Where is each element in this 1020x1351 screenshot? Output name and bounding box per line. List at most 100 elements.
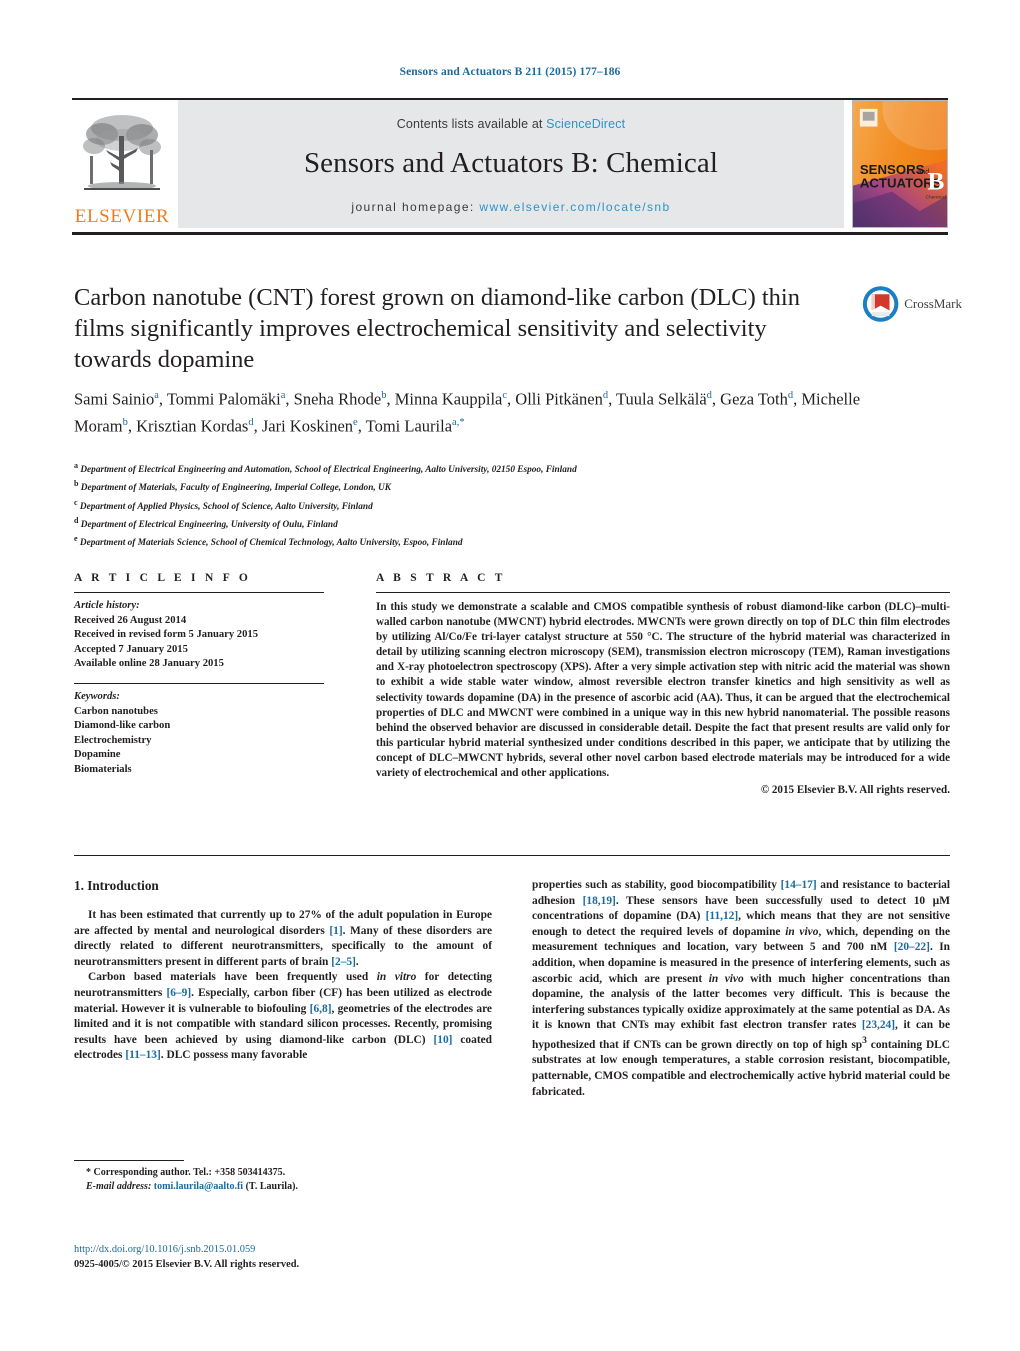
author-affiliation-mark: d xyxy=(248,417,254,428)
elsevier-logo: ELSEVIER xyxy=(72,100,172,228)
citation-link[interactable]: [11–13] xyxy=(125,1049,160,1061)
keywords-block: Keywords: Carbon nanotubes Diamond-like c… xyxy=(74,690,324,778)
section-heading-introduction: 1. Introduction xyxy=(74,878,159,893)
author-name[interactable]: Sneha Rhode xyxy=(294,390,382,409)
citation-link[interactable]: [2–5] xyxy=(331,956,356,968)
affiliation-item: d Department of Electrical Engineering, … xyxy=(74,515,338,530)
citation-link[interactable]: [10] xyxy=(433,1034,452,1046)
journal-article-page: Sensors and Actuators B 211 (2015) 177–1… xyxy=(0,0,1020,1351)
citation-link[interactable]: [14–17] xyxy=(781,879,817,891)
author-name[interactable]: Tomi Laurila xyxy=(366,417,452,436)
affiliation-mark: e xyxy=(74,534,78,544)
author-name[interactable]: Tommi Palomäki xyxy=(167,390,281,409)
email-label: E-mail address: xyxy=(86,1180,152,1192)
sciencedirect-link[interactable]: ScienceDirect xyxy=(546,117,625,131)
author-name[interactable]: Tuula Selkälä xyxy=(616,390,707,409)
italic-term: in vivo xyxy=(785,925,819,938)
abstract-rule xyxy=(376,592,950,593)
article-history: Article history: Received 26 August 2014… xyxy=(74,599,324,672)
corresponding-author-line: * Corresponding author. Tel.: +358 50341… xyxy=(86,1167,286,1178)
affiliation-item: b Department of Materials, Faculty of En… xyxy=(74,479,391,494)
page-title: Carbon nanotube (CNT) forest grown on di… xyxy=(74,284,800,373)
footnote-rule xyxy=(74,1160,184,1161)
citation-link[interactable]: [1] xyxy=(329,925,342,937)
affiliation-mark: c xyxy=(74,497,78,507)
author-affiliation-mark: a xyxy=(154,390,159,401)
doi-link[interactable]: http://dx.doi.org/10.1016/j.snb.2015.01.… xyxy=(74,1243,504,1258)
article-history-item: Available online 28 January 2015 xyxy=(74,658,224,670)
crossmark-label: CrossMark xyxy=(904,296,962,311)
contents-prefix: Contents lists available at xyxy=(396,117,547,131)
author-affiliation-mark: b xyxy=(381,390,387,401)
italic-term: in vitro xyxy=(376,971,417,984)
article-info-heading: A R T I C L E I N F O xyxy=(74,572,252,584)
body-column-right: properties such as stability, good bioco… xyxy=(532,878,950,1100)
author-affiliation-mark: a xyxy=(280,390,286,401)
abstract-heading: A B S T R A C T xyxy=(376,572,506,584)
homepage-label: journal homepage: xyxy=(351,200,475,214)
affiliation-mark: a xyxy=(74,461,78,470)
body-column-left: 1. Introduction It has been estimated th… xyxy=(74,878,492,1100)
author-list: Sami Sainioa, Tommi Palomäkia, Sneha Rho… xyxy=(74,389,861,436)
footnote-text: * Corresponding author. Tel.: +358 50341… xyxy=(74,1166,492,1193)
journal-banner: Contents lists available at ScienceDirec… xyxy=(178,100,844,228)
right-column-paragraphs: properties such as stability, good bioco… xyxy=(532,878,950,1100)
email-link[interactable]: tomi.laurila@aalto.fi xyxy=(154,1181,243,1192)
affiliation-item: e Department of Materials Science, Schoo… xyxy=(74,534,463,549)
keywords-label: Keywords: xyxy=(74,690,120,702)
crossmark-icon xyxy=(862,286,899,322)
running-head: Sensors and Actuators B 211 (2015) 177–1… xyxy=(399,66,621,78)
article-history-item: Received 26 August 2014 xyxy=(74,614,187,626)
author-name[interactable]: Sami Sainio xyxy=(74,390,154,409)
elsevier-wordmark: ELSEVIER xyxy=(74,206,170,227)
svg-text:B: B xyxy=(927,167,944,196)
article-history-item: Accepted 7 January 2015 xyxy=(74,643,188,655)
affiliation-mark: b xyxy=(74,479,79,489)
author-affiliation-mark: e xyxy=(353,417,358,428)
citation-link[interactable]: [11,12] xyxy=(706,910,739,922)
keyword-item: Diamond-like carbon xyxy=(74,720,171,732)
body-paragraph: Carbon based materials have been frequen… xyxy=(74,971,492,1062)
body-paragraph: properties such as stability, good bioco… xyxy=(532,879,951,1098)
footer-doi-block: http://dx.doi.org/10.1016/j.snb.2015.01.… xyxy=(74,1243,504,1272)
citation-link[interactable]: [6,8] xyxy=(310,1003,332,1015)
author-name[interactable]: Jari Koskinen xyxy=(262,417,353,436)
journal-masthead: ELSEVIER Contents lists available at Sci… xyxy=(72,98,948,228)
citation-link[interactable]: [6–9] xyxy=(166,987,191,999)
affiliation-mark: d xyxy=(74,515,79,525)
italic-term: in vivo xyxy=(708,972,744,985)
body-paragraph: It has been estimated that currently up … xyxy=(74,909,492,968)
journal-homepage-line: journal homepage: www.elsevier.com/locat… xyxy=(351,200,670,214)
affiliation-item: a Department of Electrical Engineering a… xyxy=(74,461,577,476)
corresponding-author-footnote: * Corresponding author. Tel.: +358 50341… xyxy=(74,1160,492,1193)
citation-link[interactable]: [18,19] xyxy=(583,895,616,907)
author-affiliation-mark: d xyxy=(706,390,712,401)
email-line: E-mail address: tomi.laurila@aalto.fi (T… xyxy=(86,1180,492,1194)
article-history-item: Received in revised form 5 January 2015 xyxy=(74,629,258,641)
article-info-column: A R T I C L E I N F O Article history: R… xyxy=(74,572,324,778)
author-name[interactable]: Minna Kauppila xyxy=(395,390,503,409)
journal-homepage-link[interactable]: www.elsevier.com/locate/snb xyxy=(479,200,670,214)
article-info-rule xyxy=(74,592,324,593)
author-name[interactable]: Krisztian Kordas xyxy=(136,417,248,436)
elsevier-tree-icon xyxy=(76,106,168,198)
author-affiliation-mark: d xyxy=(602,390,609,401)
keyword-item: Biomaterials xyxy=(74,763,132,775)
journal-cover-thumbnail[interactable]: SENSORS and ACTUATORS B Chemical xyxy=(852,100,948,228)
keyword-item: Electrochemistry xyxy=(74,734,152,746)
svg-text:Chemical: Chemical xyxy=(925,194,945,200)
keywords-rule xyxy=(74,682,324,684)
affiliation-item: c Department of Applied Physics, School … xyxy=(74,497,373,512)
contents-lists-line: Contents lists available at ScienceDirec… xyxy=(397,117,625,131)
superscript-exponent: 3 xyxy=(862,1035,867,1046)
crossmark-badge[interactable]: CrossMark xyxy=(862,278,962,330)
author-affiliation-mark: d xyxy=(787,390,794,401)
citation-link[interactable]: [20–22] xyxy=(894,941,930,953)
author-name[interactable]: Geza Toth xyxy=(720,390,788,409)
citation-link[interactable]: [23,24] xyxy=(862,1019,895,1031)
body-columns: 1. Introduction It has been estimated th… xyxy=(74,878,950,1100)
masthead-bottom-rule xyxy=(72,232,948,235)
author-name[interactable]: Olli Pitkänen xyxy=(515,390,603,409)
issn-copyright-line: 0925-4005/© 2015 Elsevier B.V. All right… xyxy=(74,1258,300,1270)
keyword-items: Carbon nanotubes Diamond-like carbon Elect… xyxy=(74,705,324,778)
